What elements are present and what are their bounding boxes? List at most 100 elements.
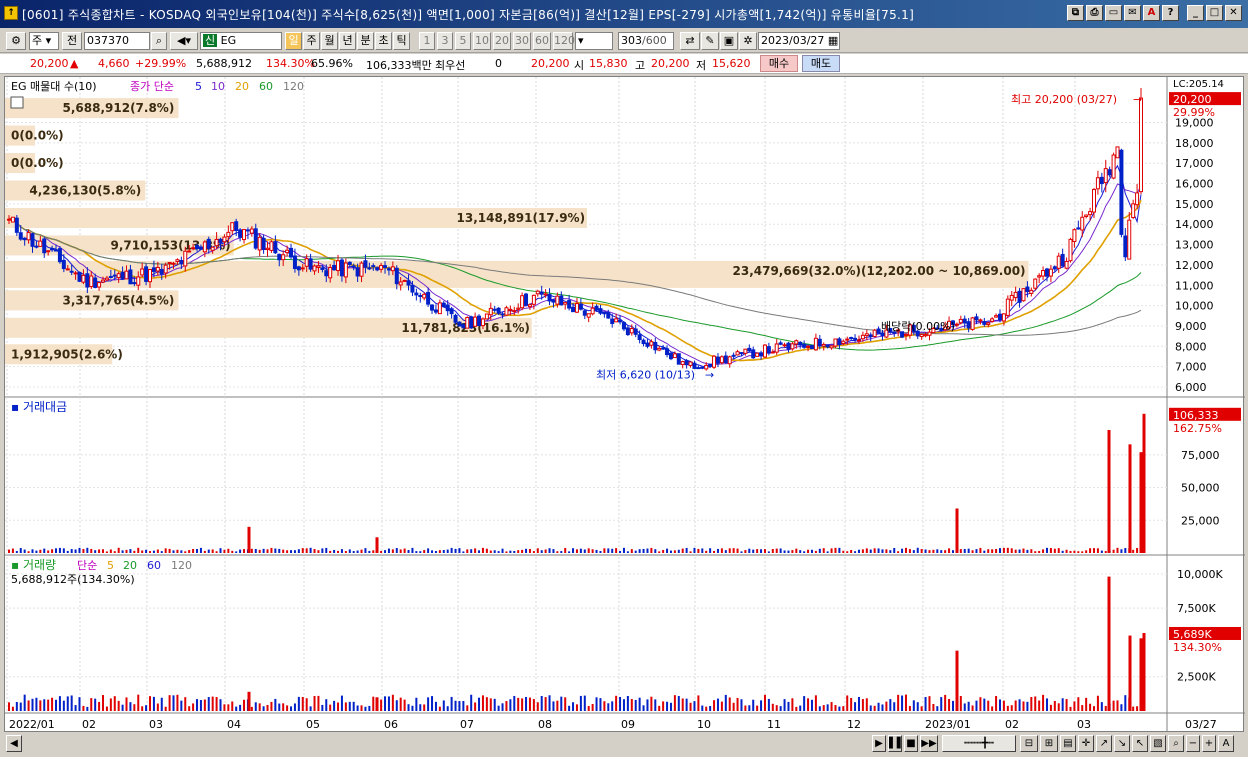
interval-button-20[interactable]: 20 bbox=[493, 32, 511, 50]
interval-button-1[interactable]: 1 bbox=[419, 32, 435, 50]
candle-body bbox=[304, 258, 309, 267]
search-icon[interactable]: ⌕ bbox=[151, 32, 167, 50]
candle-body bbox=[1103, 168, 1108, 184]
interval-button-10[interactable]: 10 bbox=[473, 32, 491, 50]
date-field[interactable]: 2023/03/27 ▦ bbox=[758, 32, 840, 50]
volume-bar bbox=[66, 696, 69, 711]
candle-body bbox=[837, 338, 842, 346]
interval-button-30[interactable]: 30 bbox=[513, 32, 531, 50]
period-button-1[interactable]: 주 bbox=[303, 32, 320, 50]
market-select[interactable]: 주 ▾ bbox=[29, 32, 59, 50]
candle-body bbox=[582, 310, 587, 316]
print-icon[interactable]: ⎙ bbox=[1086, 5, 1103, 21]
period-button-0[interactable]: 일 bbox=[285, 32, 302, 50]
volume-bar bbox=[188, 706, 191, 711]
volume-bar bbox=[411, 705, 414, 711]
pause-icon[interactable]: ▌▌ bbox=[888, 735, 904, 752]
candle-body bbox=[140, 268, 145, 276]
period-button-5[interactable]: 초 bbox=[375, 32, 392, 50]
close-button[interactable]: ✕ bbox=[1225, 5, 1242, 21]
count-field[interactable]: 303/600 bbox=[618, 32, 674, 50]
volume-bar bbox=[975, 700, 978, 711]
volume-bar bbox=[760, 700, 763, 711]
period-button-3[interactable]: 년 bbox=[339, 32, 356, 50]
font-icon[interactable]: A bbox=[1143, 5, 1160, 21]
draw-icon[interactable]: ✎ bbox=[701, 32, 719, 50]
amount-y-tick: 25,000 bbox=[1181, 514, 1220, 527]
period-button-2[interactable]: 월 bbox=[321, 32, 338, 50]
plus-icon[interactable]: + bbox=[1202, 735, 1216, 752]
period-button-4[interactable]: 분 bbox=[357, 32, 374, 50]
interval-button-60[interactable]: 60 bbox=[533, 32, 551, 50]
amount-bar bbox=[838, 547, 841, 553]
scroll-left-icon[interactable]: ◀ bbox=[6, 735, 22, 752]
settings-icon[interactable]: ⚙ bbox=[6, 32, 26, 50]
chart-area[interactable]: 2022/01 02 03 04 05 06 07 08 09 10 11 12 2023/01 02 03… bbox=[4, 76, 1245, 733]
trend2-icon[interactable]: ↘ bbox=[1114, 735, 1130, 752]
maximize-button[interactable]: □ bbox=[1206, 5, 1223, 21]
volume-spike-bar bbox=[1142, 632, 1146, 711]
minus-icon[interactable]: − bbox=[1186, 735, 1200, 752]
stock-code-input[interactable]: 037370 bbox=[84, 32, 150, 50]
stock-chart-svg[interactable]: 2022/01 02 03 04 05 06 07 08 09 10 11 12 2023/01 02 03… bbox=[5, 77, 1245, 733]
interval-button-5[interactable]: 5 bbox=[455, 32, 471, 50]
fast-forward-icon[interactable]: ▶▶ bbox=[920, 735, 938, 752]
amount-bar bbox=[74, 549, 77, 553]
candle-body bbox=[437, 302, 442, 315]
volume-legend-ma-period: 60 bbox=[147, 559, 161, 572]
grid-icon[interactable]: ▤ bbox=[1060, 735, 1076, 752]
layout-icon[interactable]: ⊞ bbox=[1040, 735, 1058, 752]
gear-icon[interactable]: ✲ bbox=[739, 32, 757, 50]
font-size-icon[interactable]: A bbox=[1218, 735, 1234, 752]
help-icon[interactable]: ? bbox=[1162, 5, 1179, 21]
candle-body bbox=[85, 273, 90, 288]
crosshair-icon[interactable]: ✛ bbox=[1078, 735, 1094, 752]
zoom-slider[interactable]: ┅┅┅╋┅ bbox=[942, 735, 1016, 752]
candle-body bbox=[222, 236, 227, 243]
sell-button[interactable]: 매도 bbox=[802, 55, 840, 72]
chart-app-icon: ↑ bbox=[4, 6, 18, 20]
volume-bar bbox=[728, 697, 731, 711]
minimize-button[interactable]: _ bbox=[1187, 5, 1204, 21]
interval-select[interactable]: ▾ bbox=[575, 32, 613, 50]
save-icon[interactable]: ▣ bbox=[720, 32, 738, 50]
stop-icon[interactable]: ■ bbox=[904, 735, 918, 752]
amount-bar bbox=[744, 550, 747, 553]
clipboard-icon[interactable]: ▧ bbox=[1150, 735, 1166, 752]
candle-body bbox=[880, 332, 885, 337]
amount-bar bbox=[1081, 551, 1084, 553]
volume-bar bbox=[1006, 705, 1009, 711]
mail-icon[interactable]: ✉ bbox=[1124, 5, 1141, 21]
scrollbar-track[interactable] bbox=[24, 735, 870, 752]
market-label[interactable]: 전 bbox=[62, 32, 82, 50]
interval-button-3[interactable]: 3 bbox=[437, 32, 453, 50]
buy-button[interactable]: 매수 bbox=[760, 55, 798, 72]
period-button-6[interactable]: 틱 bbox=[393, 32, 410, 50]
link-icon[interactable]: ⧉ bbox=[1067, 5, 1084, 21]
interval-button-120[interactable]: 120 bbox=[553, 32, 575, 50]
amount-bar bbox=[1096, 548, 1099, 553]
zoom-icon[interactable]: ⇄ bbox=[680, 32, 700, 50]
candle-body bbox=[743, 348, 748, 354]
volume-bar bbox=[1053, 701, 1056, 711]
cursor-icon[interactable]: ↖ bbox=[1132, 735, 1148, 752]
volume-bar bbox=[117, 700, 120, 711]
screen-icon[interactable]: ▭ bbox=[1105, 5, 1122, 21]
zoom-in-icon[interactable]: ⌕ bbox=[1168, 735, 1184, 752]
candle-body bbox=[136, 276, 141, 286]
stock-name-field[interactable]: 신 EG bbox=[200, 32, 282, 50]
play-icon[interactable]: ▶ bbox=[872, 735, 886, 752]
speaker-icon[interactable]: ◀▾ bbox=[170, 32, 198, 50]
volume-bar bbox=[489, 698, 492, 711]
volume-bar bbox=[196, 699, 199, 711]
amount-bar bbox=[814, 550, 817, 553]
volume-bar bbox=[779, 706, 782, 711]
trend-icon[interactable]: ↗ bbox=[1096, 735, 1112, 752]
volume-bar bbox=[924, 697, 927, 711]
volume-bar bbox=[485, 697, 488, 711]
split-view-icon[interactable]: ⊟ bbox=[1020, 735, 1038, 752]
candle-body bbox=[712, 355, 717, 368]
high-arrow-icon: → bbox=[1133, 93, 1142, 106]
amount-bar bbox=[642, 548, 645, 553]
amount-spike-bar bbox=[1107, 429, 1111, 553]
